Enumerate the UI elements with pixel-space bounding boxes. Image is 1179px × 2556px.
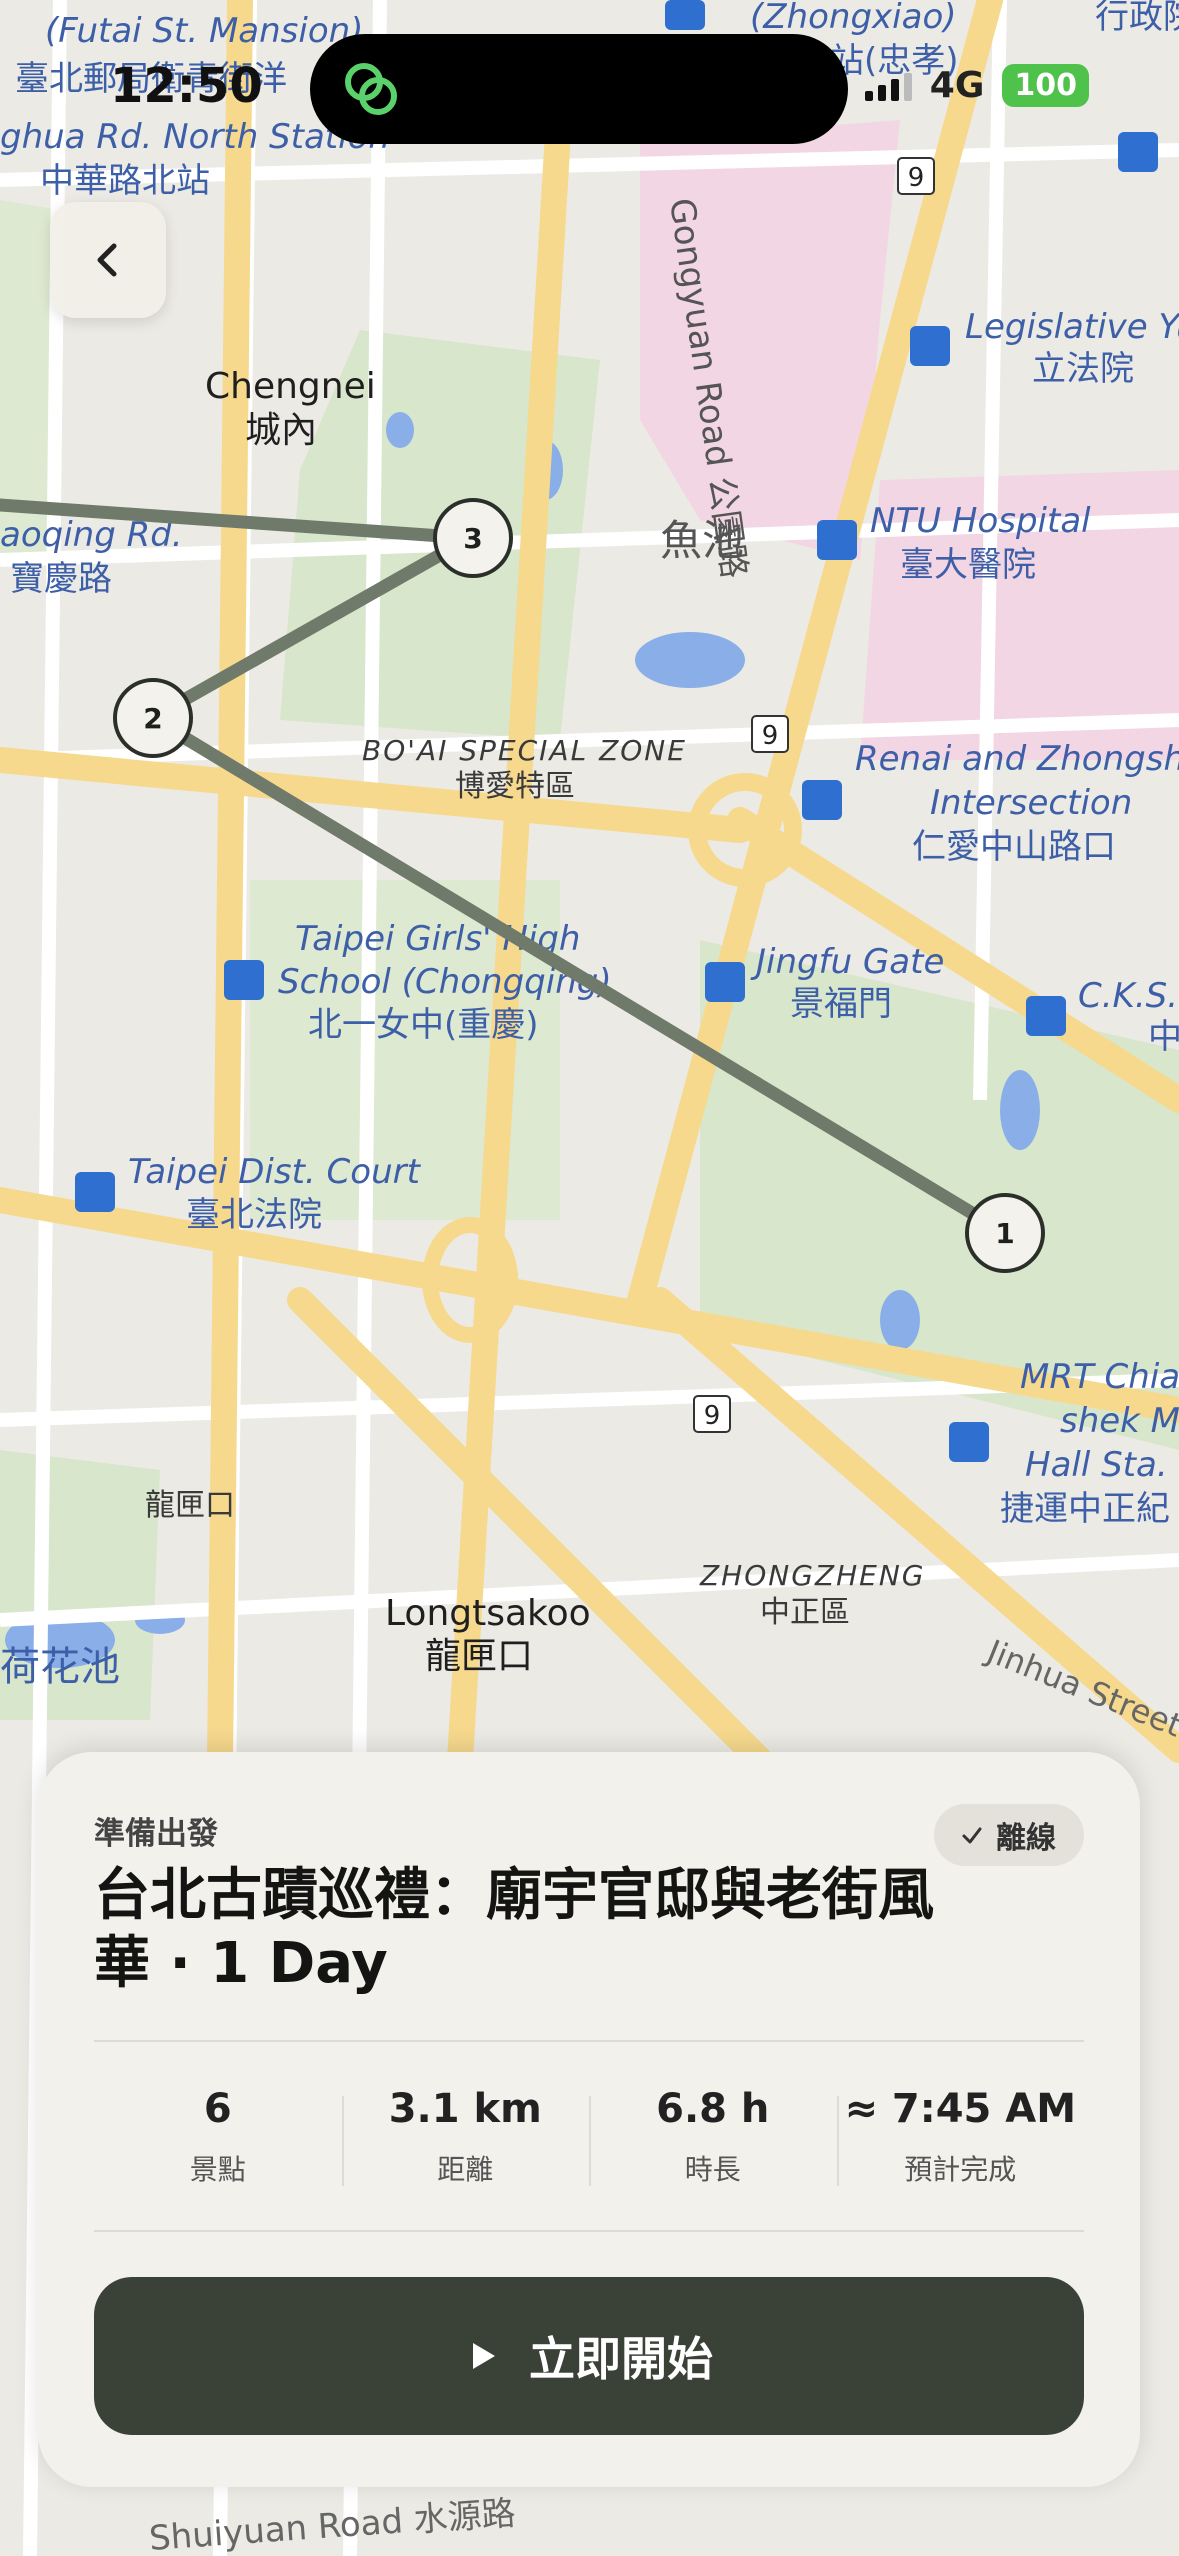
map-label: ZHONGZHENG xyxy=(699,1559,926,1592)
network-type: 4G xyxy=(929,65,985,106)
stat-stops: 6 景點 xyxy=(94,2082,342,2192)
map-label: 行政院 xyxy=(1095,0,1179,37)
map-label: MRT Chiang xyxy=(1020,1357,1179,1397)
route-shield: 9 xyxy=(751,715,789,753)
stat-value: 6.8 h xyxy=(656,2086,770,2132)
chevron-left-icon xyxy=(97,243,117,277)
map-label: 立法院 xyxy=(1032,349,1134,389)
bus-stop-icon xyxy=(817,520,857,560)
back-button[interactable] xyxy=(50,202,166,318)
stop-marker-2[interactable]: 2 xyxy=(113,678,193,758)
map-label: 臺北法院 xyxy=(186,1195,322,1235)
bus-stop-icon xyxy=(1118,132,1158,172)
offline-toggle[interactable]: 離線 xyxy=(934,1804,1084,1866)
map-label: 中正區 xyxy=(760,1595,850,1630)
divider xyxy=(94,2040,1084,2042)
map-label: NTU Hospital xyxy=(870,501,1091,541)
map-label: 博愛特區 xyxy=(455,769,575,804)
svg-text:9: 9 xyxy=(762,721,779,751)
map-label: 城內 xyxy=(245,410,317,451)
map-label: shek Mem xyxy=(1060,1401,1179,1441)
map-label: 捷運中正紀 xyxy=(1000,1489,1170,1529)
divider xyxy=(94,2230,1084,2232)
start-now-button[interactable]: 立即開始 xyxy=(94,2277,1084,2435)
checkmark-icon xyxy=(962,1827,982,1844)
bus-stop-icon xyxy=(949,1422,989,1462)
route-shield: 9 xyxy=(693,1395,731,1433)
offline-label: 離線 xyxy=(996,1821,1056,1856)
map-label: Chengnei xyxy=(205,366,376,407)
map-label: 龍匣口 xyxy=(425,1636,533,1677)
play-icon xyxy=(473,2343,495,2369)
map-label: Hall Sta. (A xyxy=(1025,1445,1179,1485)
stat-distance: 3.1 km 距離 xyxy=(341,2082,590,2192)
map-label: Intersection xyxy=(930,783,1132,823)
trip-title: 台北古蹟巡禮：廟宇官邸與老街風華 · 1 Day xyxy=(94,1863,934,1996)
route-shield: 9 xyxy=(897,157,935,195)
battery-indicator: 100 xyxy=(1002,64,1089,107)
map-label: 龍匣口 xyxy=(145,1488,235,1523)
trip-stats: 6 景點 3.1 km 距離 6.8 h 時長 ≈ 7:45 AM 預計完成 xyxy=(94,2082,1084,2192)
map-label: Legislative Yuan xyxy=(965,307,1179,347)
stat-label: 距離 xyxy=(437,2153,494,2186)
start-now-label: 立即開始 xyxy=(529,2332,713,2386)
bus-stop-icon xyxy=(910,326,950,366)
map-label: 臺大醫院 xyxy=(900,545,1036,585)
map-label: 景福門 xyxy=(790,984,892,1024)
map-label: 仁愛中山路口 xyxy=(912,827,1116,867)
map-label: BO'AI SPECIAL ZONE xyxy=(362,734,687,767)
map-label: Jingfu Gate xyxy=(750,942,944,982)
trip-summary-sheet: 準備出發 離線 台北古蹟巡禮：廟宇官邸與老街風華 · 1 Day 6 景點 3.… xyxy=(38,1752,1140,2487)
stat-duration: 6.8 h 時長 xyxy=(589,2082,837,2192)
stat-label: 預計完成 xyxy=(904,2153,1017,2186)
map-label: 寶慶路 xyxy=(10,559,112,599)
map-label: Renai and Zhongshan xyxy=(855,739,1179,779)
map-label: C.K.S. xyxy=(1078,976,1178,1016)
dynamic-island xyxy=(310,34,848,144)
map-label: 中 xyxy=(1148,1017,1179,1057)
bus-stop-icon xyxy=(802,780,842,820)
bus-stop-icon xyxy=(1026,996,1066,1036)
map-label: 北一女中(重慶) xyxy=(308,1005,539,1045)
bus-stop-icon xyxy=(705,962,745,1002)
stop-marker-3[interactable]: 3 xyxy=(433,498,513,578)
stat-value: 3.1 km xyxy=(388,2086,542,2132)
stat-label: 景點 xyxy=(189,2153,246,2186)
status-time: 12:50 xyxy=(110,58,263,114)
stat-eta: ≈ 7:45 AM 預計完成 xyxy=(836,2082,1085,2192)
sheet-eyebrow: 準備出發 xyxy=(94,1816,218,1852)
status-indicators: 4G 100 xyxy=(864,64,1089,107)
stat-value: 6 xyxy=(203,2086,232,2132)
bus-stop-icon xyxy=(665,0,705,30)
map-label: Longtsakoo xyxy=(385,1593,591,1634)
svg-text:9: 9 xyxy=(908,163,925,193)
map-label: 荷花池 xyxy=(0,1644,120,1690)
map-label: 魚池 xyxy=(660,516,744,565)
bus-stop-icon xyxy=(75,1172,115,1212)
app-logo-icon xyxy=(345,63,397,115)
svg-text:9: 9 xyxy=(704,1401,721,1431)
map-label: 中華路北站 xyxy=(40,161,210,201)
map-label: (Zhongxiao) xyxy=(750,0,957,37)
bus-stop-icon xyxy=(224,960,264,1000)
map-label: (Futai St. Mansion) xyxy=(45,11,363,51)
map-label: Taipei Dist. Court xyxy=(128,1152,422,1192)
signal-icon xyxy=(864,71,912,101)
stop-marker-1[interactable]: 1 xyxy=(965,1193,1045,1273)
stat-label: 時長 xyxy=(684,2153,741,2186)
stat-value: ≈ 7:45 AM xyxy=(844,2086,1077,2132)
